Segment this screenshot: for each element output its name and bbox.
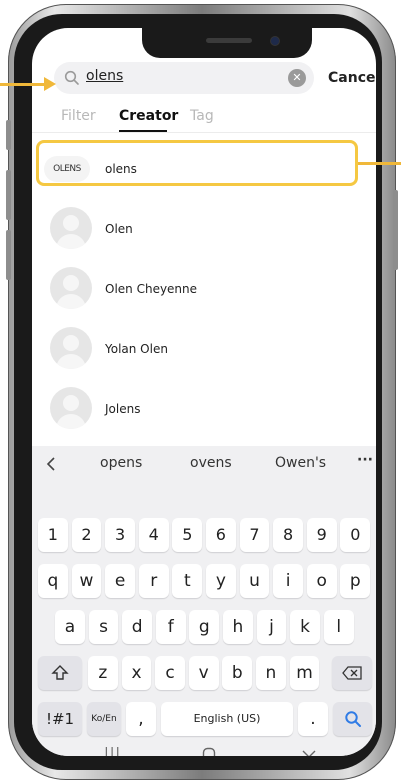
key-p[interactable]: p xyxy=(340,564,371,598)
key-k[interactable]: k xyxy=(290,610,320,644)
side-button xyxy=(393,190,398,270)
key-y[interactable]: y xyxy=(206,564,236,598)
cancel-button[interactable]: Cancel xyxy=(328,70,376,86)
annotation-arrow xyxy=(358,162,401,165)
avatar xyxy=(50,207,92,249)
clear-icon[interactable]: ✕ xyxy=(288,69,306,87)
backspace-icon xyxy=(342,666,362,680)
keyboard: opens ovens Owen's ··· 1234567890 qwerty… xyxy=(32,446,376,756)
shift-key[interactable] xyxy=(38,656,82,690)
key-e[interactable]: e xyxy=(105,564,135,598)
tab-filter[interactable]: Filter xyxy=(61,108,96,124)
key-z[interactable]: z xyxy=(88,656,118,690)
key-b[interactable]: b xyxy=(222,656,253,690)
key-1[interactable]: 1 xyxy=(38,518,68,552)
key-t[interactable]: t xyxy=(172,564,203,598)
suggestion-bar: opens ovens Owen's ··· xyxy=(32,446,376,480)
key-g[interactable]: g xyxy=(189,610,220,644)
avatar xyxy=(50,267,92,309)
key-n[interactable]: n xyxy=(256,656,286,690)
phone-screen: olens ✕ Cancel Filter Creator Tag OLENS … xyxy=(32,28,376,756)
avatar xyxy=(50,387,92,429)
side-button xyxy=(6,120,11,150)
key-v[interactable]: v xyxy=(188,656,219,690)
key-3[interactable]: 3 xyxy=(105,518,135,552)
suggestion[interactable]: opens xyxy=(100,455,142,471)
key-w[interactable]: w xyxy=(71,564,102,598)
key-f[interactable]: f xyxy=(155,610,186,644)
key-m[interactable]: m xyxy=(289,656,320,690)
chevron-down-icon[interactable] xyxy=(302,749,316,756)
key-x[interactable]: x xyxy=(121,656,152,690)
list-item[interactable]: Olen Cheyenne xyxy=(32,260,376,320)
chevron-left-icon[interactable] xyxy=(46,456,56,472)
key-0[interactable]: 0 xyxy=(340,518,371,552)
key-8[interactable]: 8 xyxy=(273,518,303,552)
key-2[interactable]: 2 xyxy=(71,518,102,552)
creator-name: Jolens xyxy=(105,402,141,416)
key-6[interactable]: 6 xyxy=(206,518,236,552)
home-icon[interactable] xyxy=(202,747,216,756)
key-h[interactable]: h xyxy=(223,610,253,644)
period-key[interactable]: . xyxy=(298,702,328,736)
key-4[interactable]: 4 xyxy=(138,518,169,552)
annotation-arrow xyxy=(0,83,46,86)
list-item[interactable]: Olen xyxy=(32,200,376,260)
creator-name: Olen Cheyenne xyxy=(105,282,198,296)
highlight-box xyxy=(36,140,358,186)
key-s[interactable]: s xyxy=(88,610,119,644)
language-switch-key[interactable]: Ko/En xyxy=(87,702,121,736)
shift-icon xyxy=(51,665,69,680)
navigation-bar: ||| xyxy=(32,746,376,756)
more-icon[interactable]: ··· xyxy=(357,452,373,468)
side-button xyxy=(6,170,11,220)
avatar xyxy=(50,327,92,369)
key-q[interactable]: q xyxy=(38,564,68,598)
search-icon xyxy=(64,70,79,85)
key-u[interactable]: u xyxy=(239,564,270,598)
key-a[interactable]: a xyxy=(55,610,85,644)
creator-name: Olen xyxy=(105,222,133,236)
suggestion[interactable]: ovens xyxy=(190,455,232,471)
search-icon xyxy=(344,711,361,727)
space-key[interactable]: English (US) xyxy=(161,702,293,736)
key-d[interactable]: d xyxy=(122,610,152,644)
language-switch-label: Ko/En xyxy=(91,714,117,724)
key-j[interactable]: j xyxy=(256,610,287,644)
list-item[interactable]: Yolan Olen xyxy=(32,320,376,380)
symbols-key[interactable]: !#1 xyxy=(38,702,82,736)
key-i[interactable]: i xyxy=(273,564,303,598)
tab-tag[interactable]: Tag xyxy=(190,108,214,124)
search-key[interactable] xyxy=(333,702,372,736)
side-button xyxy=(6,230,11,280)
list-item[interactable]: Jolens xyxy=(32,380,376,440)
comma-key[interactable]: , xyxy=(126,702,156,736)
recent-apps-icon[interactable]: ||| xyxy=(104,746,121,756)
camera-icon xyxy=(270,36,280,46)
tab-creator[interactable]: Creator xyxy=(119,108,178,124)
backspace-key[interactable] xyxy=(332,656,372,690)
key-r[interactable]: r xyxy=(138,564,169,598)
annotation-arrow-head xyxy=(44,77,56,91)
key-c[interactable]: c xyxy=(155,656,185,690)
key-7[interactable]: 7 xyxy=(239,518,270,552)
divider xyxy=(32,132,376,133)
creator-name: Yolan Olen xyxy=(105,342,168,356)
key-l[interactable]: l xyxy=(323,610,354,644)
key-5[interactable]: 5 xyxy=(172,518,203,552)
speaker xyxy=(206,38,252,43)
key-o[interactable]: o xyxy=(306,564,337,598)
suggestion[interactable]: Owen's xyxy=(275,455,326,471)
search-query[interactable]: olens xyxy=(86,68,123,84)
key-9[interactable]: 9 xyxy=(306,518,337,552)
notch xyxy=(142,28,312,58)
